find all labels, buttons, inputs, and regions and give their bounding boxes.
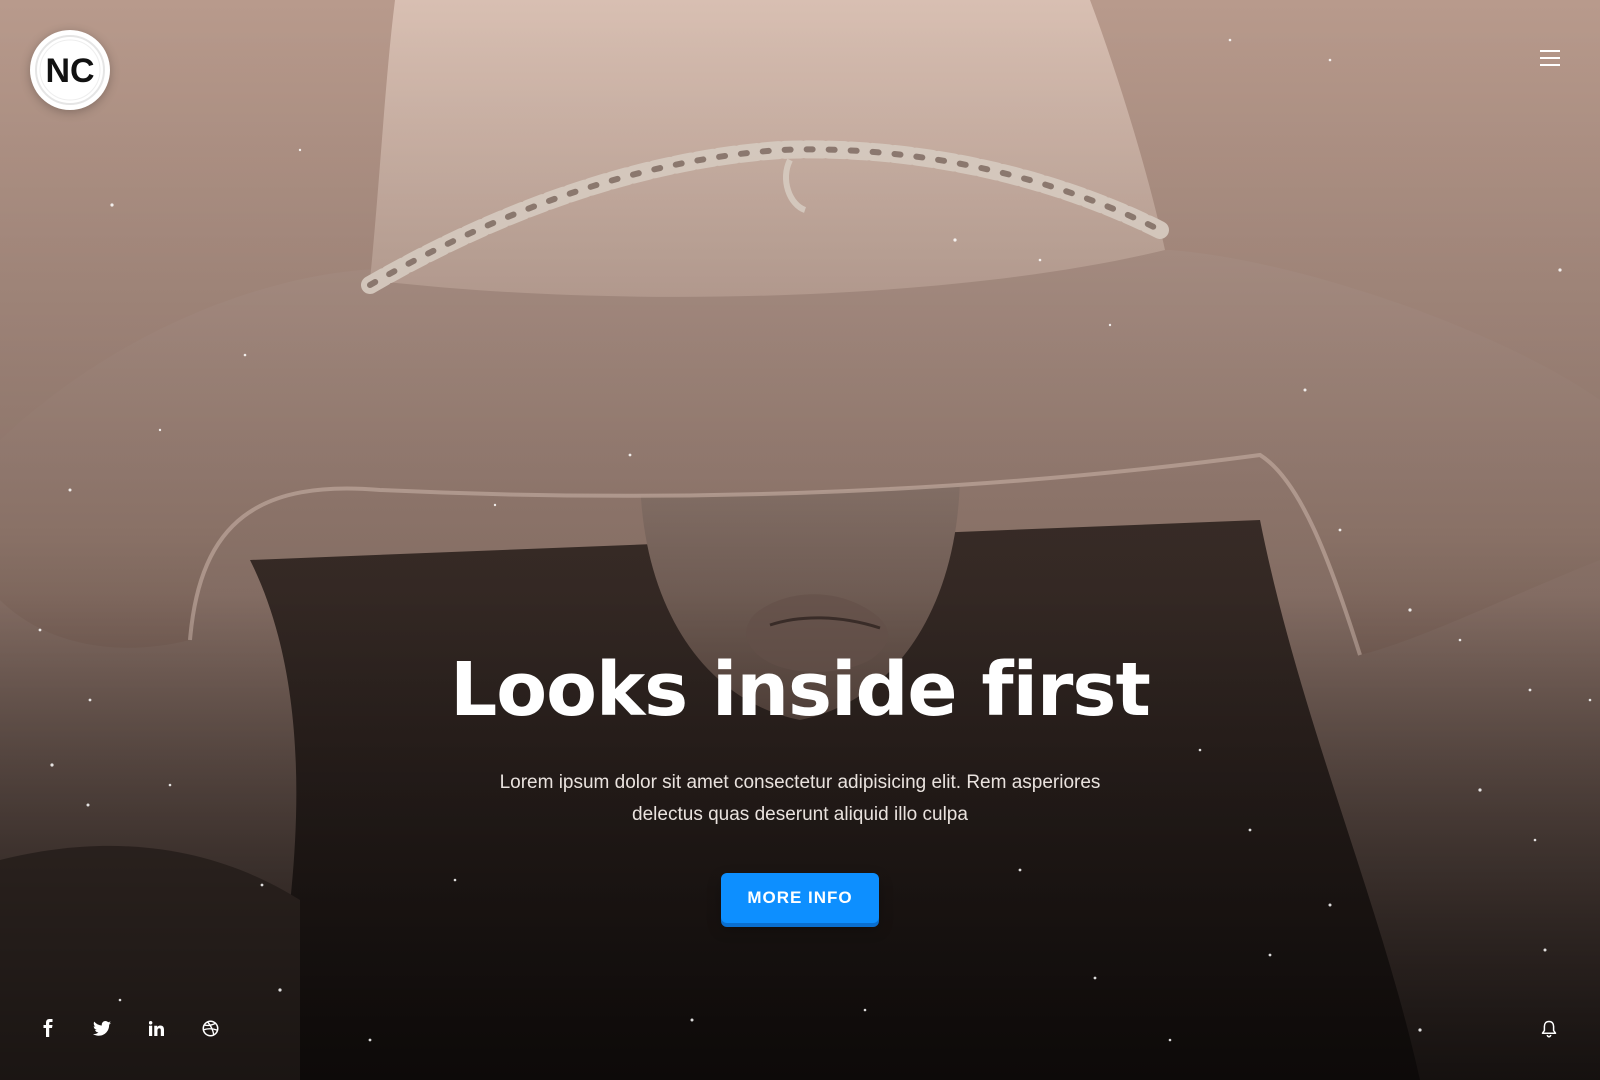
menu-line-top bbox=[1540, 50, 1560, 52]
hero-title: Looks inside first bbox=[450, 647, 1151, 733]
facebook-icon[interactable] bbox=[38, 1018, 58, 1038]
twitter-icon[interactable] bbox=[92, 1018, 112, 1038]
dribbble-icon[interactable] bbox=[200, 1018, 220, 1038]
hero-content: Looks inside first Lorem ipsum dolor sit… bbox=[300, 647, 1300, 924]
nc-monogram-logo-icon: NC bbox=[35, 35, 105, 105]
hero-page: NC Looks inside first Lorem ipsum dolor … bbox=[0, 0, 1600, 1080]
more-info-button[interactable]: MORE INFO bbox=[721, 873, 879, 924]
menu-line-middle bbox=[1540, 57, 1560, 59]
bell-icon[interactable] bbox=[1538, 1018, 1560, 1040]
linkedin-icon[interactable] bbox=[146, 1018, 166, 1038]
social-links bbox=[38, 1018, 220, 1038]
logo-text: NC bbox=[45, 52, 94, 90]
hamburger-menu-icon[interactable] bbox=[1534, 46, 1566, 70]
hero-subtitle: Lorem ipsum dolor sit amet consectetur a… bbox=[499, 772, 1101, 826]
brand-logo[interactable]: NC bbox=[30, 30, 110, 110]
menu-line-bottom bbox=[1540, 64, 1560, 66]
